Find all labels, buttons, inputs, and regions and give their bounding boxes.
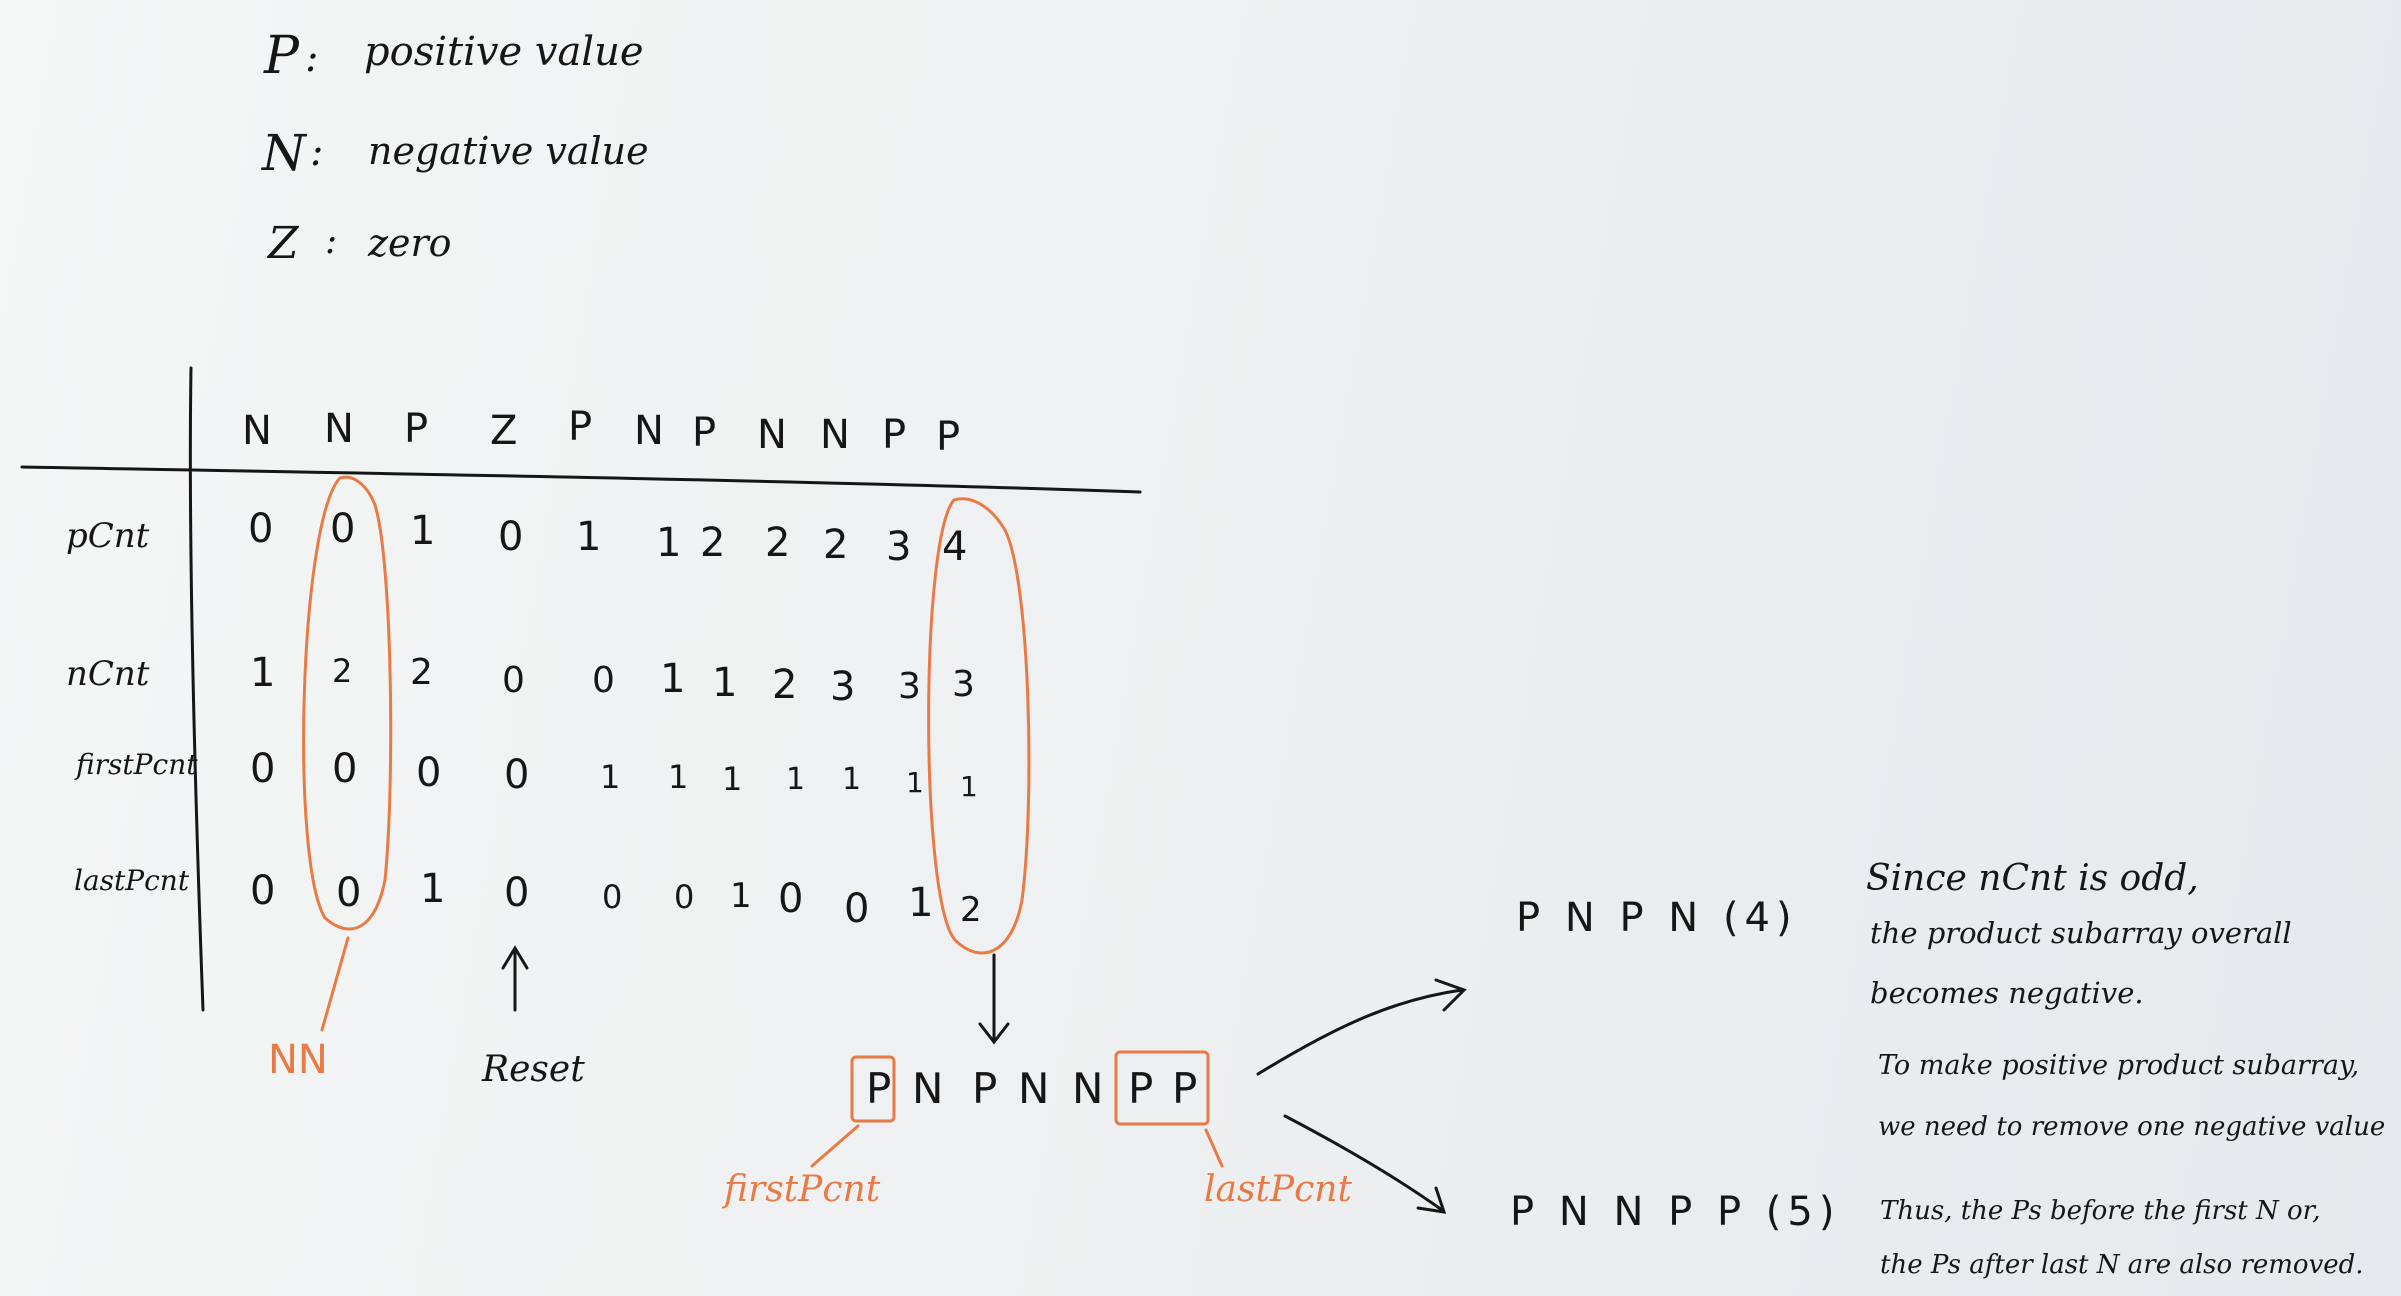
cell: 1 xyxy=(786,762,806,797)
cell: 1 xyxy=(842,762,862,797)
legend-desc-z: zero xyxy=(368,221,452,265)
last-pcnt-pointer xyxy=(1204,1128,1224,1168)
cell: 2 xyxy=(332,652,353,690)
cell: 1 xyxy=(730,876,752,916)
seq-item: N xyxy=(1072,1064,1104,1113)
cell: 1 xyxy=(660,656,686,702)
cell: 1 xyxy=(960,770,978,803)
cell: 0 xyxy=(778,876,804,922)
arrow-to-option-a xyxy=(1256,978,1467,1076)
cell: 0 xyxy=(502,660,525,701)
reset-label: Reset xyxy=(482,1049,585,1090)
col-header: P xyxy=(936,414,961,460)
cell: 0 xyxy=(250,868,276,914)
legend-key-p: P xyxy=(264,26,299,86)
cell: 0 xyxy=(336,870,362,916)
cell: 1 xyxy=(712,660,738,706)
cell: 3 xyxy=(886,524,912,570)
cell: 2 xyxy=(765,520,791,566)
legend-colon-p: : xyxy=(305,35,319,81)
cell: 1 xyxy=(420,866,446,912)
seq-item: N xyxy=(912,1064,944,1113)
cell: 1 xyxy=(576,514,602,560)
cell: 2 xyxy=(960,890,982,930)
note-line: the Ps after last N are also removed. xyxy=(1880,1250,2364,1280)
seq-item: P xyxy=(866,1064,892,1113)
cell: 2 xyxy=(410,652,433,693)
cell: 1 xyxy=(410,508,436,554)
cell: 0 xyxy=(416,750,442,796)
col-header: N xyxy=(820,412,850,458)
col-header: P xyxy=(692,410,717,456)
cell: 0 xyxy=(504,870,530,916)
nn-pointer-line xyxy=(320,936,350,1032)
legend-desc-p: positive value xyxy=(364,29,644,75)
cell: 1 xyxy=(668,758,689,796)
cell: 3 xyxy=(952,664,975,705)
col-header: P xyxy=(882,412,907,458)
cell: 1 xyxy=(906,766,924,799)
note-line: To make positive product subarray, xyxy=(1878,1050,2360,1081)
cell: 1 xyxy=(600,758,621,796)
cell: 0 xyxy=(248,506,274,552)
seq-item: P xyxy=(1172,1064,1198,1113)
reset-arrow xyxy=(501,945,529,1012)
cell: 0 xyxy=(330,506,356,552)
seq-item: P xyxy=(1128,1064,1154,1113)
down-arrow xyxy=(978,953,1010,1045)
note-line: Since nCnt is odd, xyxy=(1866,858,2199,899)
cell: 0 xyxy=(250,746,276,792)
cell: 1 xyxy=(656,520,682,566)
option-b: P N N P P (5) xyxy=(1510,1189,1841,1235)
legend-desc-n: negative value xyxy=(368,129,649,173)
whiteboard-drawing xyxy=(20,366,1467,1214)
cell: 1 xyxy=(722,760,743,798)
row-label-lastpcnt: lastPcnt xyxy=(74,864,190,897)
col-header: N xyxy=(757,412,787,458)
legend-key-z: Z xyxy=(268,218,299,269)
cell: 0 xyxy=(504,752,530,798)
col-header: P xyxy=(568,404,593,450)
col-header: P xyxy=(404,406,429,452)
legend-key-n: N xyxy=(262,124,306,182)
note-line: we need to remove one negative value xyxy=(1878,1112,2386,1142)
cell: 0 xyxy=(844,886,870,932)
table-vertical-line xyxy=(188,366,205,1012)
first-pcnt-pointer xyxy=(810,1124,860,1168)
note-line: the product subarray overall xyxy=(1870,916,2292,950)
first-pcnt-label: firstPcnt xyxy=(724,1169,881,1210)
cell: 1 xyxy=(908,880,934,926)
note-line: Thus, the Ps before the first N or, xyxy=(1880,1196,2321,1226)
cell: 0 xyxy=(332,746,358,792)
seq-item: N xyxy=(1018,1064,1050,1113)
cell: 2 xyxy=(700,520,726,566)
col-header: N xyxy=(324,406,354,452)
cell: 3 xyxy=(830,664,856,710)
option-a: P N P N (4) xyxy=(1516,895,1798,941)
row-label-ncnt: nCnt xyxy=(66,654,150,694)
legend-colon-n: : xyxy=(310,129,324,175)
cell: 2 xyxy=(823,522,849,568)
last-pcnt-label: lastPcnt xyxy=(1204,1169,1352,1210)
row-label-firstpcnt: firstPcnt xyxy=(76,748,198,781)
note-line: becomes negative. xyxy=(1870,976,2144,1010)
cell: 2 xyxy=(772,662,798,708)
legend-colon-z: : xyxy=(325,221,338,262)
cell: 4 xyxy=(942,524,968,570)
cell: 0 xyxy=(592,660,615,701)
cell: 3 xyxy=(898,666,921,707)
col-header: N xyxy=(242,408,272,454)
nn-label: NN xyxy=(268,1037,328,1083)
col-header: N xyxy=(634,408,664,454)
row-label-pcnt: pCnt xyxy=(66,516,150,556)
cell: 0 xyxy=(602,878,623,916)
cell: 0 xyxy=(674,878,695,916)
cell: 1 xyxy=(250,650,276,696)
col-header: Z xyxy=(490,408,518,454)
seq-item: P xyxy=(972,1064,998,1113)
cell: 0 xyxy=(498,514,524,560)
